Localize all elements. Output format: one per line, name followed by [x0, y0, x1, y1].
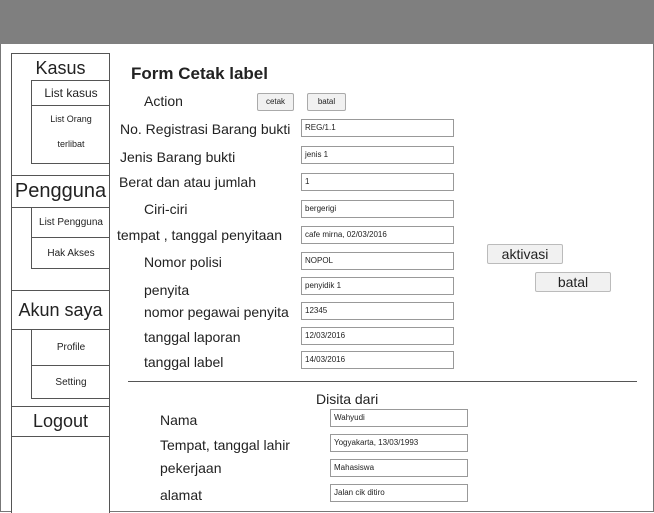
sidebar-item-kasus[interactable]: Kasus [12, 57, 109, 79]
ciri-ciri-input[interactable]: bergerigi [301, 200, 454, 218]
sidebar-item-logout[interactable]: Logout [12, 406, 109, 437]
nama-input[interactable]: Wahyudi [330, 409, 468, 427]
aktivasi-button[interactable]: aktivasi [487, 244, 563, 264]
akun-submenu: Profile Setting [31, 329, 110, 399]
berat-jumlah-input[interactable]: 1 [301, 173, 454, 191]
batal-small-button[interactable]: batal [307, 93, 346, 111]
field-label: tanggal label [144, 354, 224, 370]
field-label: Ciri-ciri [144, 201, 188, 217]
field-label: No. Registrasi Barang bukti [120, 121, 291, 137]
field-label: penyita [144, 282, 190, 298]
field-label: tanggal laporan [144, 329, 241, 345]
action-label: Action [144, 93, 183, 109]
jenis-barang-input[interactable]: jenis 1 [301, 146, 454, 164]
terlibat-label: terlibat [57, 139, 85, 149]
field-label: Jenis Barang bukti [120, 149, 236, 165]
batal-button[interactable]: batal [535, 272, 611, 292]
field-label: tempat , tanggal penyitaan [117, 227, 283, 243]
sidebar-item-list-kasus[interactable]: List kasus [32, 81, 110, 105]
field-label: alamat [160, 487, 203, 503]
top-bar [0, 0, 654, 44]
sidebar-item-setting[interactable]: Setting [32, 365, 110, 398]
pekerjaan-input[interactable]: Mahasiswa [330, 459, 468, 477]
tanggal-laporan-input[interactable]: 12/03/2016 [301, 327, 454, 345]
registrasi-input[interactable]: REG/1.1 [301, 119, 454, 137]
field-label: pekerjaan [160, 460, 222, 476]
alamat-input[interactable]: Jalan cik ditiro [330, 484, 468, 502]
sidebar-item-list-orang-terlibat[interactable]: List Orang terlibat [32, 105, 110, 163]
tempat-tanggal-lahir-input[interactable]: Yogyakarta, 13/03/1993 [330, 434, 468, 452]
nomor-pegawai-input[interactable]: 12345 [301, 302, 454, 320]
section-title: Disita dari [316, 391, 379, 407]
pengguna-submenu: List Pengguna Hak Akses [31, 207, 110, 269]
page-title: Form Cetak label [131, 64, 268, 83]
field-label: nomor pegawai penyita [144, 304, 289, 320]
sidebar-item-hak-akses[interactable]: Hak Akses [32, 237, 110, 268]
sidebar-item-profile[interactable]: Profile [32, 330, 110, 365]
tempat-tanggal-penyitaan-input[interactable]: cafe mirna, 02/03/2016 [301, 226, 454, 244]
sidebar-item-list-pengguna[interactable]: List Pengguna [32, 208, 110, 237]
kasus-submenu: List kasus List Orang terlibat [31, 80, 110, 164]
sidebar-item-akun-saya[interactable]: Akun saya [12, 290, 109, 330]
nomor-polisi-input[interactable]: NOPOL [301, 252, 454, 270]
field-label: Berat dan atau jumlah [119, 174, 256, 190]
list-orang-label: List Orang [50, 114, 92, 124]
sidebar-item-pengguna[interactable]: Pengguna [12, 175, 109, 208]
cetak-button[interactable]: cetak [257, 93, 294, 111]
section-divider [128, 381, 637, 382]
tanggal-label-input[interactable]: 14/03/2016 [301, 351, 454, 369]
sidebar: Kasus List kasus List Orang terlibat Pen… [11, 53, 110, 513]
field-label: Nomor polisi [144, 254, 222, 270]
field-label: Tempat, tanggal lahir [160, 437, 290, 453]
field-label: Nama [160, 412, 198, 428]
penyita-input[interactable]: penyidik 1 [301, 277, 454, 295]
